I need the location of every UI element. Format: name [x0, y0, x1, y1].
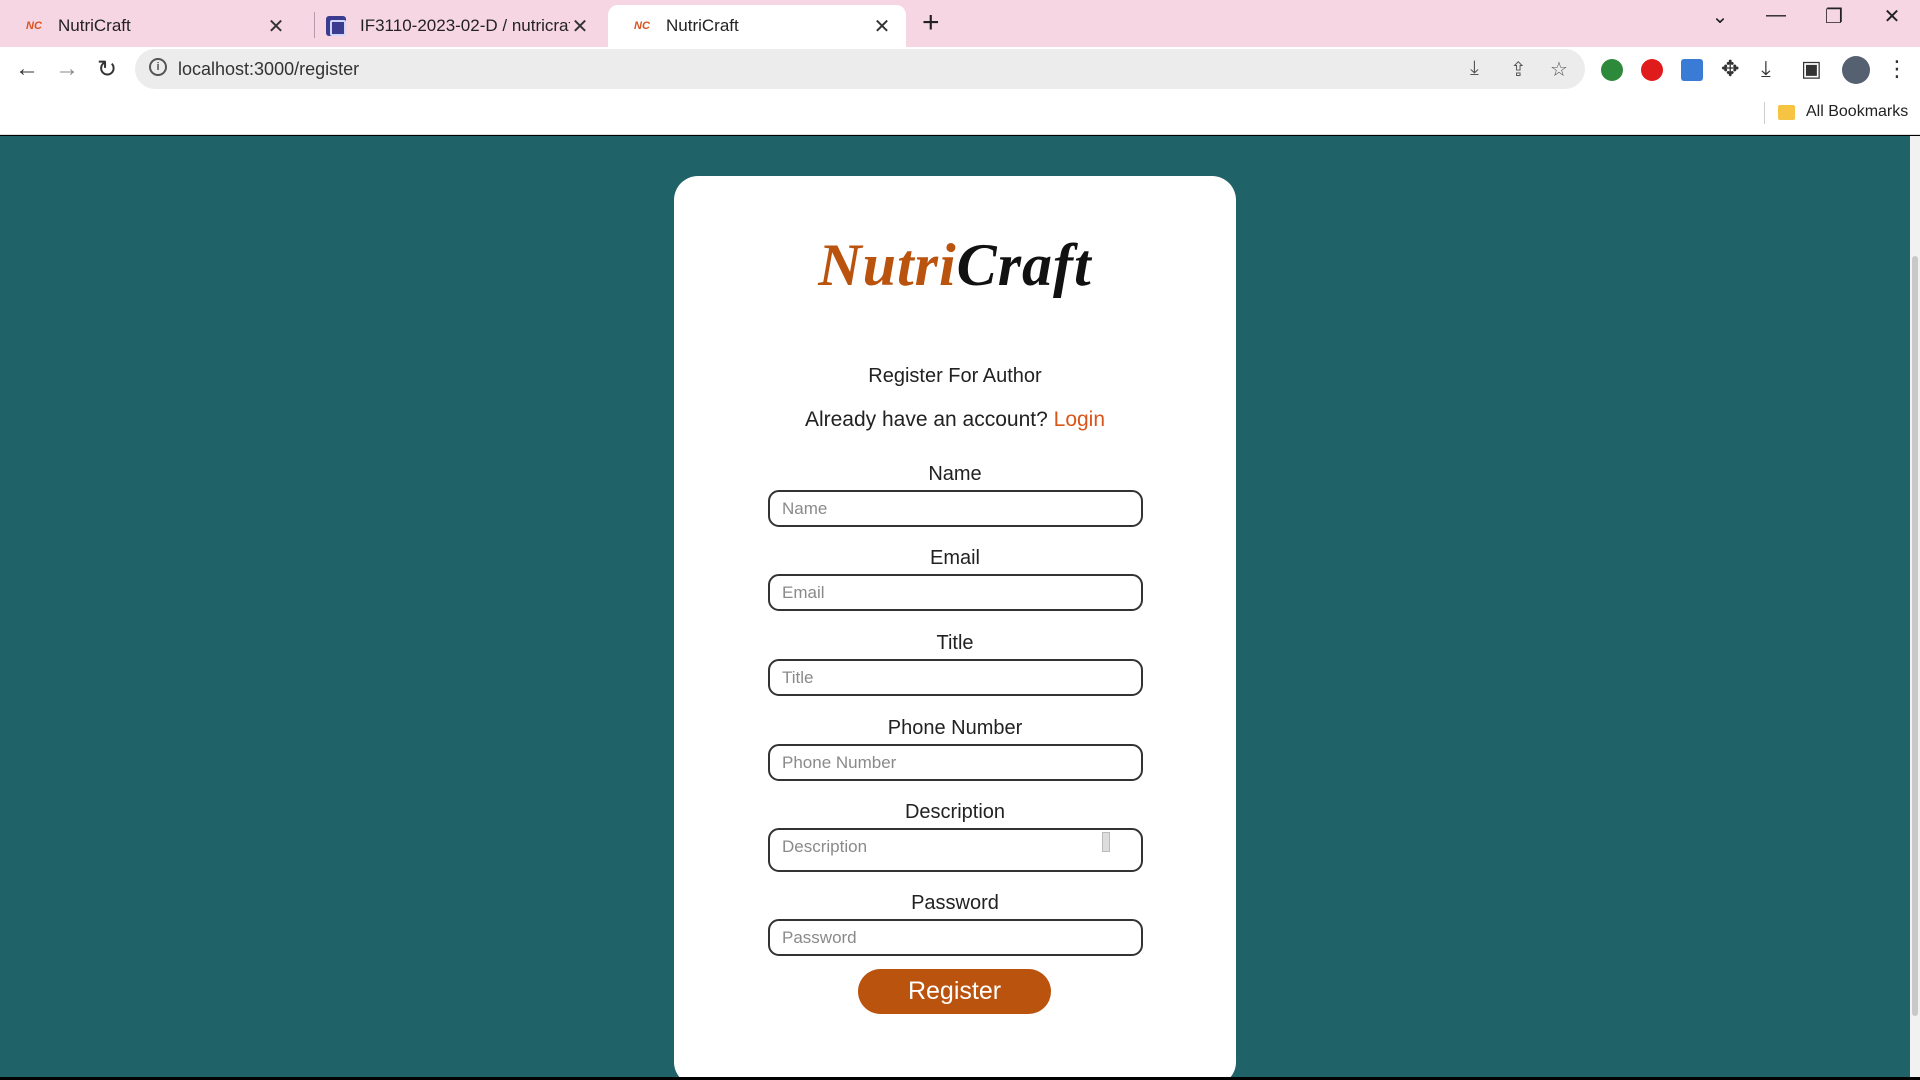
nutricraft-favicon-icon: NC: [26, 20, 42, 32]
page-viewport: NutriCraft Register For Author Already h…: [0, 136, 1910, 1077]
extension-opera-icon[interactable]: [1641, 59, 1663, 81]
phone-label: Phone Number: [887, 717, 1023, 739]
menu-kebab-icon[interactable]: ⋮: [1886, 56, 1908, 82]
login-prompt: Already have an account? Login: [674, 408, 1236, 432]
browser-toolbar: ← → ↻ i localhost:3000/register ⤓ ⇪ ☆ ✥ …: [0, 47, 1920, 90]
close-tab-icon[interactable]: ✕: [266, 14, 286, 39]
password-label: Password: [911, 892, 999, 914]
description-field[interactable]: [768, 828, 1143, 872]
tab-nutricraft-1[interactable]: NC NutriCraft ✕: [0, 5, 300, 47]
tab-title: NutriCraft: [666, 16, 739, 35]
tab-title: IF3110-2023-02-D / nutricraft-e: [360, 16, 570, 35]
nutricraft-logo: NutriCraft: [674, 231, 1236, 300]
folder-icon: [1778, 105, 1795, 120]
profile-avatar[interactable]: [1842, 56, 1870, 84]
email-field[interactable]: [768, 574, 1143, 611]
share-icon[interactable]: ⇪: [1510, 57, 1527, 82]
page-subtitle: Register For Author: [868, 365, 1042, 387]
back-icon[interactable]: ←: [12, 55, 42, 83]
new-tab-icon[interactable]: +: [922, 6, 940, 40]
phone-field[interactable]: [768, 744, 1143, 781]
close-tab-icon[interactable]: ✕: [872, 14, 892, 39]
tab-title: NutriCraft: [58, 16, 131, 35]
tab-search-chevron-icon[interactable]: ⌄: [1700, 4, 1740, 29]
login-prompt-text: Already have an account?: [804, 408, 1048, 431]
restore-icon[interactable]: ❐: [1814, 4, 1854, 29]
all-bookmarks-button[interactable]: All Bookmarks: [1806, 103, 1908, 121]
logo-part-nutri: Nutri: [818, 232, 957, 298]
name-label: Name: [928, 463, 982, 485]
name-field[interactable]: [768, 490, 1143, 527]
extension-sheet-icon[interactable]: [1681, 59, 1703, 81]
reload-icon[interactable]: ↻: [92, 55, 122, 84]
extension-globe-icon[interactable]: [1601, 59, 1623, 81]
textarea-resize-handle[interactable]: [1102, 832, 1110, 852]
address-bar[interactable]: i localhost:3000/register ⤓ ⇪ ☆: [135, 49, 1585, 89]
register-button[interactable]: Register: [858, 969, 1051, 1014]
tab-strip: NC NutriCraft ✕ IF3110-2023-02-D / nutri…: [0, 0, 1920, 47]
bookmark-star-icon[interactable]: ☆: [1550, 57, 1568, 82]
login-link[interactable]: Login: [1054, 408, 1105, 431]
title-label: Title: [936, 632, 974, 654]
title-field[interactable]: [768, 659, 1143, 696]
nutricraft-favicon-icon: NC: [634, 20, 650, 32]
tab-nutricraft-active[interactable]: NC NutriCraft ✕: [608, 5, 906, 47]
forward-icon[interactable]: →: [52, 55, 82, 83]
site-info-icon[interactable]: i: [149, 58, 167, 76]
bookmarks-bar: All Bookmarks: [0, 90, 1920, 135]
page-scrollbar[interactable]: [1910, 136, 1920, 1077]
logo-part-craft: Craft: [956, 232, 1092, 298]
password-field[interactable]: [768, 919, 1143, 956]
downloads-icon[interactable]: ⤓: [1761, 56, 1771, 82]
close-window-icon[interactable]: ✕: [1872, 4, 1912, 29]
github-icon: [326, 16, 346, 36]
email-label: Email: [929, 547, 980, 569]
description-label: Description: [904, 801, 1006, 823]
install-icon[interactable]: ⤓: [1470, 57, 1479, 80]
register-card: NutriCraft Register For Author Already h…: [674, 176, 1236, 1077]
minimize-icon[interactable]: —: [1756, 4, 1796, 27]
side-panel-icon[interactable]: ▣: [1801, 56, 1822, 82]
close-tab-icon[interactable]: ✕: [570, 14, 590, 39]
scrollbar-thumb[interactable]: [1912, 256, 1918, 1016]
bookmarks-separator: [1764, 102, 1765, 124]
url-text[interactable]: localhost:3000/register: [178, 59, 359, 80]
tab-github[interactable]: IF3110-2023-02-D / nutricraft-e ✕: [300, 5, 604, 47]
extensions-puzzle-icon[interactable]: ✥: [1721, 56, 1739, 82]
